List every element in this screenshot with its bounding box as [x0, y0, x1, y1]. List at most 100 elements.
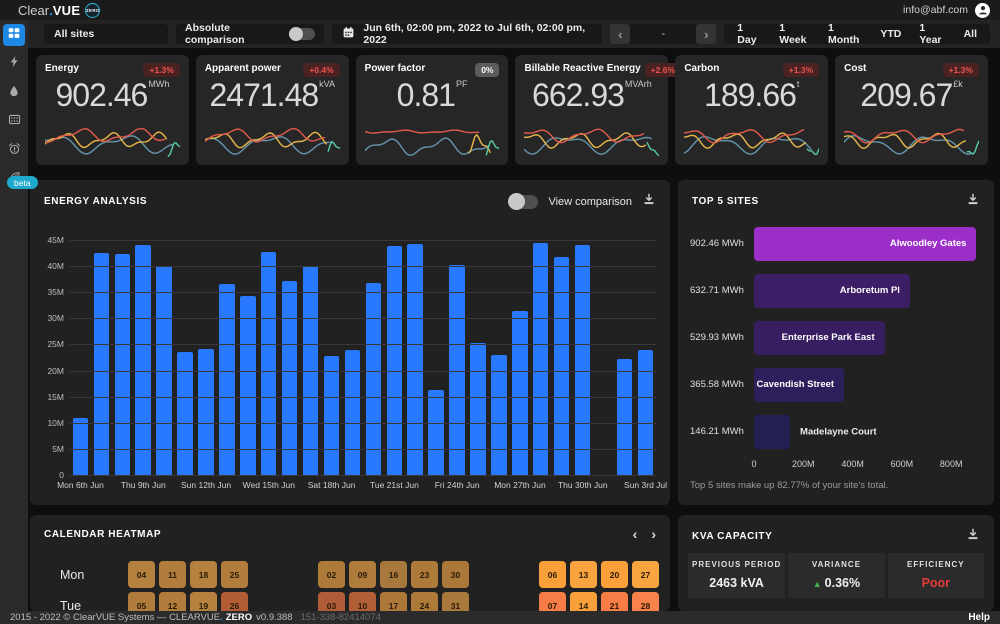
time-range-buttons: 1 Day1 Week1 MonthYTD1 YearAll	[724, 24, 990, 44]
heatmap-cell-26[interactable]: 26	[221, 592, 248, 611]
bar-slot-wed-15th-jun	[258, 240, 279, 475]
heatmap-cell-18[interactable]: 18	[190, 561, 217, 588]
download-icon[interactable]	[642, 192, 656, 211]
sidebar-item-energy[interactable]	[3, 53, 25, 75]
kpi-change-badge: +1.3%	[783, 63, 819, 77]
kva-stat-label: EFFICIENCY	[892, 560, 980, 569]
y-tick-label: 20M	[47, 366, 64, 376]
heatmap-cell-17[interactable]: 17	[380, 592, 407, 611]
bar	[638, 350, 653, 475]
heatmap-cell-31[interactable]: 31	[442, 592, 469, 611]
bar-slot-sat-18th-jun	[321, 240, 342, 475]
next-period-button[interactable]: ›	[696, 24, 716, 44]
site-bar	[754, 415, 790, 449]
calendar-heatmap-header: CALENDAR HEATMAP ‹ ›	[30, 515, 670, 541]
heatmap-cell-14[interactable]: 14	[570, 592, 597, 611]
absolute-comparison-toggle[interactable]	[289, 28, 315, 40]
heatmap-cell-30[interactable]: 30	[442, 561, 469, 588]
site-bar-area: Alwoodley Gates	[754, 227, 982, 261]
heatmap-cell-21[interactable]: 21	[601, 592, 628, 611]
top-5-sites-panel: TOP 5 SITES 902.46 MWhAlwoodley Gates632…	[678, 180, 994, 505]
heatmap-cell-10[interactable]: 10	[349, 592, 376, 611]
kpi-card-cost: Cost+1.3%209.67£k	[835, 55, 988, 165]
heatmap-cell-28[interactable]: 28	[632, 592, 659, 611]
heatmap-prev-button[interactable]: ‹	[633, 527, 638, 541]
heatmap-cell-27[interactable]: 27	[632, 561, 659, 588]
range-button-1-month[interactable]: 1 Month	[819, 24, 871, 44]
bar-slot-fri-10th-jun	[154, 240, 175, 475]
heatmap-cell-05[interactable]: 05	[128, 592, 155, 611]
sidebar-item-dashboard[interactable]	[3, 24, 25, 46]
heatmap-cell-06[interactable]: 06	[539, 561, 566, 588]
heatmap-cell-12[interactable]: 12	[159, 592, 186, 611]
kva-stat-value: 2463 kVA	[692, 576, 781, 590]
x-tick-label: 600M	[891, 459, 914, 469]
heatmap-cell-13[interactable]: 13	[570, 561, 597, 588]
range-button-all[interactable]: All	[955, 24, 986, 44]
range-button-1-year[interactable]: 1 Year	[910, 24, 954, 44]
x-tick-label: Sun 12th Jun	[181, 480, 231, 490]
kpi-value-row: 2471.48kVA	[205, 78, 340, 112]
heatmap-cell-25[interactable]: 25	[221, 561, 248, 588]
x-tick-label: 800M	[940, 459, 963, 469]
bar-slot-thu-16th-jun	[279, 240, 300, 475]
bar	[366, 283, 381, 475]
range-button-1-week[interactable]: 1 Week	[770, 24, 819, 44]
download-icon[interactable]	[966, 527, 980, 546]
gridline	[70, 423, 656, 424]
range-button-1-day[interactable]: 1 Day	[728, 24, 770, 44]
energy-analysis-controls: View comparison	[508, 192, 656, 211]
account-avatar-icon[interactable]	[975, 3, 990, 18]
kpi-value: 662.93	[532, 78, 624, 112]
bar-slot-wed-22nd-jun	[405, 240, 426, 475]
heatmap-cell-02[interactable]: 02	[318, 561, 345, 588]
site-value-label: 632.71 MWh	[690, 285, 754, 296]
site-selector[interactable]: All sites	[44, 24, 168, 44]
heatmap-cell-23[interactable]: 23	[411, 561, 438, 588]
heatmap-cell-03[interactable]: 03	[318, 592, 345, 611]
heatmap-cell-16[interactable]: 16	[380, 561, 407, 588]
range-button-ytd[interactable]: YTD	[871, 24, 910, 44]
top-site-row-alwoodley-gates: 902.46 MWhAlwoodley Gates	[690, 220, 982, 267]
bar-slot-mon-20th-jun	[363, 240, 384, 475]
view-comparison-toggle[interactable]	[508, 195, 538, 209]
bar	[407, 244, 422, 475]
bar-slot-mon-13th-jun	[216, 240, 237, 475]
y-tick-label: 35M	[47, 287, 64, 297]
site-value-label: 146.21 MWh	[690, 426, 754, 437]
kpi-title: Power factor	[365, 63, 426, 74]
sidebar-item-meters[interactable]	[3, 111, 25, 133]
heatmap-next-button[interactable]: ›	[651, 527, 656, 541]
x-tick-label: Mon 6th Jun	[57, 480, 104, 490]
bar-slot-tue-7th-jun	[91, 240, 112, 475]
heatmap-cell-19[interactable]: 19	[190, 592, 217, 611]
prev-period-button[interactable]: ‹	[610, 24, 630, 44]
kva-stat-value: Poor	[892, 576, 980, 590]
heatmap-cell-07[interactable]: 07	[539, 592, 566, 611]
footer-version: v0.9.388	[256, 612, 292, 623]
site-bar-area: Cavendish Street	[754, 368, 982, 402]
help-link[interactable]: Help	[968, 612, 990, 623]
heatmap-cell-09[interactable]: 09	[349, 561, 376, 588]
heatmap-row-label: Tue	[44, 599, 128, 612]
kpi-card-carbon: Carbon+1.3%189.66t	[675, 55, 828, 165]
sidebar-item-water[interactable]	[3, 82, 25, 104]
kva-stat-label: VARIANCE	[792, 560, 880, 569]
sidebar-item-alarms[interactable]	[3, 140, 25, 162]
alarms-icon	[8, 142, 21, 160]
dashboard-icon	[7, 26, 21, 45]
heatmap-cell-24[interactable]: 24	[411, 592, 438, 611]
calendar-icon	[342, 26, 355, 42]
sidebar	[0, 20, 28, 611]
date-range-text: Jun 6th, 02:00 pm, 2022 to Jul 6th, 02:0…	[363, 22, 592, 46]
date-range-picker[interactable]: Jun 6th, 02:00 pm, 2022 to Jul 6th, 02:0…	[332, 24, 602, 44]
download-icon[interactable]	[966, 192, 980, 211]
energy-analysis-x-axis: Mon 6th JunThu 9th JunSun 12th JunWed 15…	[70, 475, 656, 489]
heatmap-cell-11[interactable]: 11	[159, 561, 186, 588]
kpi-card-header: Energy+1.3%	[45, 63, 180, 77]
kpi-value-row: 0.81PF	[365, 78, 500, 112]
heatmap-cell-20[interactable]: 20	[601, 561, 628, 588]
heatmap-cell-04[interactable]: 04	[128, 561, 155, 588]
toggle-knob	[289, 27, 303, 41]
bar	[554, 257, 569, 475]
